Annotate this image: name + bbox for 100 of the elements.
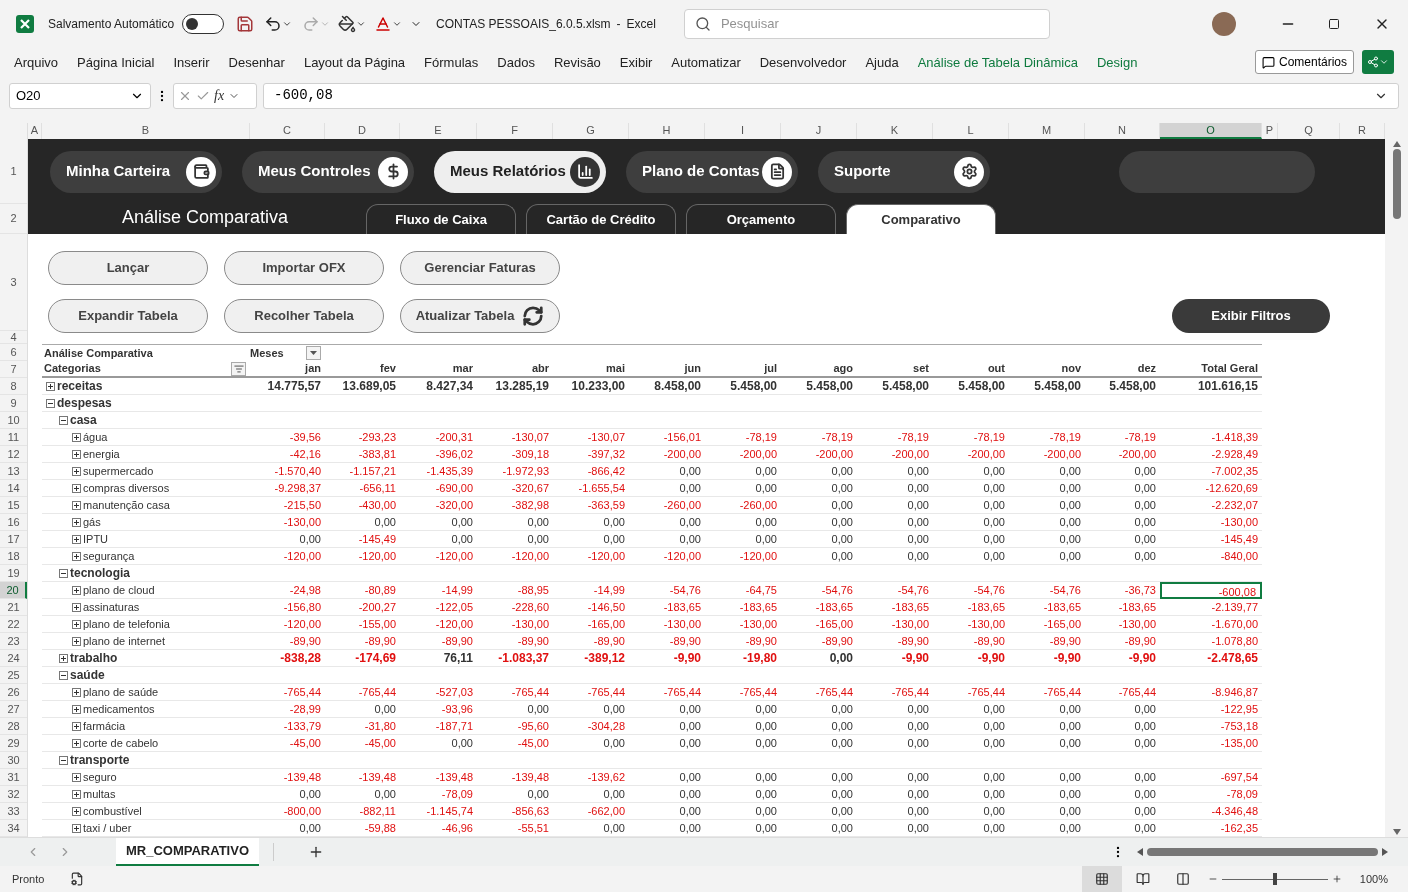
row-header[interactable]: 27 [0,701,27,718]
collapse-icon[interactable] [59,670,68,680]
ribbon-tab[interactable]: Arquivo [14,52,59,73]
scroll-left-icon[interactable] [1137,848,1143,856]
row-header[interactable]: 20 [0,582,27,599]
expand-icon[interactable] [72,687,81,697]
action-button[interactable]: Atualizar Tabela [400,299,560,333]
collapse-icon[interactable] [46,398,55,408]
sort-filter-button[interactable] [231,361,246,376]
font-color-icon[interactable] [374,14,393,33]
row-header[interactable]: 33 [0,803,27,820]
ribbon-tab[interactable]: Revisão [553,52,601,73]
autosave-toggle[interactable] [182,13,225,34]
row-header[interactable]: 21 [0,599,27,616]
scroll-down-icon[interactable] [1392,829,1401,835]
avatar[interactable] [1212,11,1236,36]
row-header[interactable]: 14 [0,480,27,497]
nav-button[interactable]: Meus Controles [242,150,414,193]
action-button[interactable]: Recolher Tabela [224,299,384,333]
row-header[interactable]: 32 [0,786,27,803]
action-button[interactable]: Lançar [48,251,208,285]
ribbon-tab[interactable]: Inserir [173,52,210,73]
ribbon-tab[interactable]: Página Inicial [77,52,155,73]
comments-button[interactable]: Comentários [1254,50,1354,75]
column-header[interactable]: O [1160,123,1262,139]
nav-button[interactable]: Plano de Contas [626,150,798,193]
row-header[interactable]: 7 [0,361,27,378]
nav-button[interactable]: Suporte [818,150,990,193]
expand-icon[interactable] [72,789,81,799]
row-header[interactable]: 15 [0,497,27,514]
undo-icon[interactable] [264,14,283,33]
sheet-tab[interactable]: MR_COMPARATIVO [116,838,260,866]
expand-icon[interactable] [72,466,81,476]
expand-icon[interactable] [46,381,55,391]
row-header[interactable]: 18 [0,548,27,565]
row-header[interactable]: 16 [0,514,27,531]
zoom-slider[interactable] [1221,873,1328,885]
ribbon-tab[interactable]: Dados [497,52,535,73]
row-header[interactable]: 22 [0,616,27,633]
expand-icon[interactable] [72,602,81,612]
ribbon-tab[interactable]: Análise de Tabela Dinâmica [917,52,1078,73]
ribbon-tab[interactable]: Design [1096,52,1138,73]
name-box[interactable]: O20 [9,82,151,109]
row-header[interactable]: 10 [0,412,27,429]
expand-icon[interactable] [72,772,81,782]
report-tab[interactable]: Cartão de Crédito [526,204,676,234]
report-tab[interactable]: Comparativo [846,204,996,234]
expand-icon[interactable] [59,653,68,663]
row-header[interactable]: 1 [0,139,27,204]
expand-icon[interactable] [72,704,81,714]
expand-icon[interactable] [72,551,81,561]
expand-icon[interactable] [72,823,81,833]
row-header[interactable]: 25 [0,667,27,684]
collapse-icon[interactable] [59,415,68,425]
maximize-icon[interactable] [1328,17,1340,30]
collapse-icon[interactable] [59,755,68,765]
row-header[interactable]: 29 [0,735,27,752]
page-layout-icon[interactable] [1135,872,1150,886]
filters-button[interactable]: Exibir Filtros [1172,299,1330,333]
row-header[interactable]: 8 [0,378,27,395]
save-icon[interactable] [236,14,255,33]
row-header[interactable]: 26 [0,684,27,701]
page-break-icon[interactable] [1175,872,1190,886]
row-header[interactable]: 31 [0,769,27,786]
row-header[interactable]: 11 [0,429,27,446]
row-header[interactable]: 17 [0,531,27,548]
row-header[interactable]: 13 [0,463,27,480]
row-header[interactable]: 2 [0,204,27,234]
nav-button[interactable]: Meus Relatórios [434,150,606,193]
formula-field[interactable]: -600,08 [263,82,1399,109]
expand-icon[interactable] [72,806,81,816]
expand-icon[interactable] [72,619,81,629]
row-header[interactable]: 12 [0,446,27,463]
ribbon-tab[interactable]: Desenvolvedor [759,52,847,73]
row-header[interactable]: 6 [0,344,27,361]
search-input[interactable]: Pesquisar [720,14,1039,34]
row-header[interactable]: 23 [0,633,27,650]
ribbon-tab[interactable]: Fórmulas [424,52,479,73]
report-tab[interactable]: Fluxo de Caixa [366,204,516,234]
expand-icon[interactable] [72,500,81,510]
expand-icon[interactable] [72,483,81,493]
expand-icon[interactable] [72,517,81,527]
ribbon-tab[interactable]: Automatizar [671,52,741,73]
expand-icon[interactable] [72,738,81,748]
search-field[interactable]: Pesquisar [683,8,1050,39]
insert-function-button[interactable]: fx [214,85,225,107]
share-button[interactable] [1362,50,1394,75]
collapse-icon[interactable] [59,568,68,578]
row-header[interactable]: 9 [0,395,27,412]
row-header[interactable]: 4 [0,331,27,344]
expand-icon[interactable] [72,432,81,442]
action-button[interactable]: Gerenciar Faturas [400,251,560,285]
ribbon-tab[interactable]: Exibir [619,52,653,73]
row-header[interactable]: 3 [0,234,27,331]
row-header[interactable]: 24 [0,650,27,667]
accessibility-icon[interactable] [70,872,85,886]
scrollbar-thumb[interactable] [1392,149,1401,219]
action-button[interactable]: Importar OFX [224,251,384,285]
expand-icon[interactable] [72,721,81,731]
zoom-in-icon[interactable] [1331,874,1342,884]
